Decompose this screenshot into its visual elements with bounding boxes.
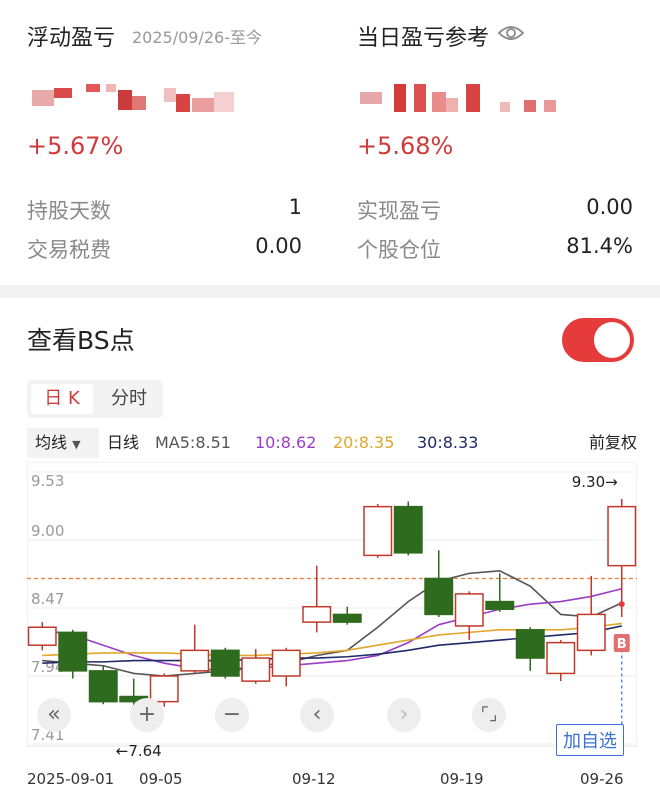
candle-body bbox=[607, 505, 637, 567]
double-chevron-left-icon[interactable]: « bbox=[37, 698, 71, 732]
high-price-label: 9.30→ bbox=[572, 473, 618, 491]
fullscreen-icon[interactable]: ⌜⌟ bbox=[472, 698, 506, 732]
candle-body bbox=[485, 600, 515, 611]
bs-section-title: 查看BS点 bbox=[27, 326, 135, 355]
ma-item-ma10: 10:8.62 bbox=[255, 433, 317, 452]
plot-area bbox=[27, 462, 637, 747]
realized-pnl-label: 实现盈亏 bbox=[357, 199, 441, 223]
chevron-left-icon[interactable]: ‹ bbox=[300, 698, 334, 732]
x-tick-label: 09-26 bbox=[580, 770, 624, 788]
ma-item-ma5: MA5:8.51 bbox=[155, 433, 231, 452]
buy-marker-text: B bbox=[617, 637, 627, 652]
y-tick-label: 9.00 bbox=[31, 522, 64, 540]
minus-icon[interactable]: − bbox=[215, 698, 249, 732]
x-tick-label: 09-05 bbox=[139, 770, 183, 788]
candle-body bbox=[27, 626, 57, 646]
candle-body bbox=[58, 631, 88, 672]
chevron-right-icon[interactable]: › bbox=[387, 698, 421, 732]
ma-dropdown[interactable]: 均线 ▼ bbox=[27, 428, 99, 458]
candle-body bbox=[454, 593, 484, 627]
candle-body bbox=[424, 577, 454, 616]
holding-days-label: 持股天数 bbox=[27, 199, 111, 223]
ma-legend-row: 均线 ▼ 日线 MA5:8.51 10:8.62 20:8.35 30:8.33… bbox=[27, 428, 637, 458]
trade-tax-label: 交易税费 bbox=[27, 238, 111, 262]
daily-pnl-amount-masked bbox=[360, 84, 560, 114]
tab-daily-k[interactable]: 日 K bbox=[31, 384, 93, 414]
candle-body bbox=[88, 670, 118, 703]
x-tick-label: 09-12 bbox=[292, 770, 336, 788]
candle-body bbox=[576, 613, 606, 652]
bs-points-toggle[interactable] bbox=[562, 318, 634, 362]
candle-body bbox=[302, 605, 332, 623]
toggle-knob bbox=[594, 322, 630, 358]
candle-body bbox=[515, 629, 545, 659]
floating-pnl-date: 2025/09/26-至今 bbox=[132, 28, 262, 47]
holding-days-value: 1 bbox=[288, 195, 302, 219]
ma-dropdown-label: 均线 bbox=[35, 433, 68, 452]
daily-pnl-percent: +5.68% bbox=[357, 132, 454, 160]
floating-pnl-percent: +5.67% bbox=[27, 132, 124, 160]
candle-body bbox=[149, 675, 179, 703]
candle-body bbox=[241, 657, 271, 682]
candle-body bbox=[210, 649, 240, 677]
low-price-label: ←7.64 bbox=[116, 742, 162, 760]
trade-tax-value: 0.00 bbox=[255, 234, 302, 258]
candle-body bbox=[332, 613, 362, 623]
realized-pnl-value: 0.00 bbox=[586, 195, 633, 219]
y-tick-label: 9.53 bbox=[31, 472, 64, 490]
position-ratio-label: 个股仓位 bbox=[357, 238, 441, 262]
eye-icon[interactable] bbox=[497, 23, 525, 43]
y-tick-label: 8.47 bbox=[31, 590, 64, 608]
pnl-summary-card: 浮动盈亏 2025/09/26-至今 当日盈亏参考 +5.67% +5.68% … bbox=[0, 0, 660, 285]
floating-pnl-label: 浮动盈亏 bbox=[27, 26, 116, 51]
adjust-mode[interactable]: 前复权 bbox=[589, 428, 637, 458]
caret-down-icon: ▼ bbox=[72, 438, 81, 451]
ma-item-ma30: 30:8.33 bbox=[417, 433, 479, 452]
tab-intraday[interactable]: 分时 bbox=[99, 384, 159, 414]
bs-points-card: 查看BS点 日 K 分时 均线 ▼ 日线 MA5:8.51 10:8.62 20… bbox=[0, 298, 660, 788]
candle-body bbox=[180, 649, 210, 672]
add-watchlist-button[interactable]: 加自选 bbox=[556, 724, 624, 756]
buy-price-dot bbox=[618, 601, 625, 608]
position-ratio-value: 81.4% bbox=[566, 234, 633, 258]
candle-body bbox=[271, 649, 301, 677]
candle-body bbox=[546, 641, 576, 675]
x-tick-label: 09-19 bbox=[440, 770, 484, 788]
ma-item-ma20: 20:8.35 bbox=[333, 433, 395, 452]
x-tick-label: 2025-09-01 bbox=[27, 770, 114, 788]
plus-icon[interactable]: + bbox=[130, 698, 164, 732]
candlestick-chart[interactable]: 9.539.008.477.947.419.30→←7.64B2025-09-0… bbox=[27, 462, 637, 788]
daily-pnl-label: 当日盈亏参考 bbox=[357, 26, 490, 51]
ma-item-daily: 日线 bbox=[107, 433, 140, 452]
chart-tabs: 日 K 分时 bbox=[27, 380, 163, 418]
candle-body bbox=[393, 505, 423, 554]
candle-body bbox=[363, 505, 393, 557]
floating-pnl-amount-masked bbox=[32, 84, 242, 114]
